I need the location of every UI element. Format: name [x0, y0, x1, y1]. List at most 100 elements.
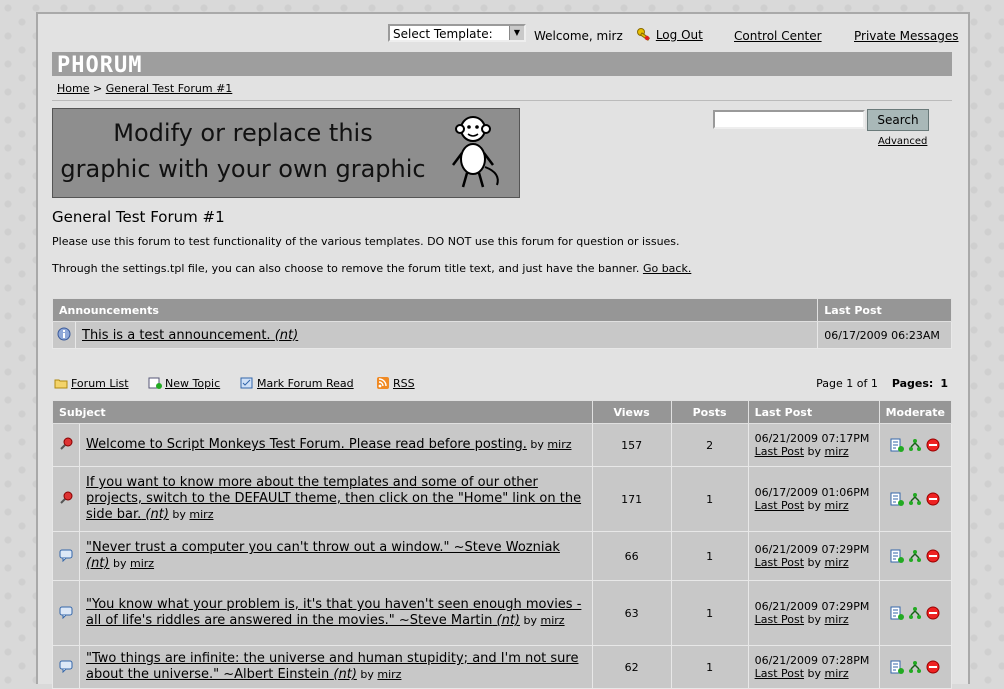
edit-topic-icon[interactable]: [890, 549, 905, 563]
banner-text: Modify or replace this graphic with your…: [53, 115, 433, 187]
topic-author-link[interactable]: mirz: [547, 438, 571, 451]
announcements-lastpost-header: Last Post: [817, 298, 952, 322]
move-topic-icon[interactable]: [908, 606, 922, 620]
forum-toolbar: Forum List New Topic Mark Forum Read RSS…: [52, 374, 952, 394]
topic-link[interactable]: "Two things are infinite: the universe a…: [86, 651, 578, 682]
forum-list-link[interactable]: Forum List: [71, 377, 129, 390]
moderate-cell: [878, 466, 953, 532]
topic-author-link[interactable]: mirz: [130, 557, 154, 570]
forum-title: General Test Forum #1: [52, 208, 225, 226]
last-post-author-link[interactable]: mirz: [825, 667, 849, 680]
rss-link[interactable]: RSS: [393, 377, 415, 390]
last-post-date: 06/21/2009 07:29PM: [754, 543, 870, 556]
topic-author-link[interactable]: mirz: [541, 614, 565, 627]
topic-link[interactable]: If you want to know more about the templ…: [86, 475, 581, 522]
new-topic-tool[interactable]: New Topic: [148, 377, 220, 390]
edit-topic-icon[interactable]: [890, 606, 905, 620]
mark-read-link[interactable]: Mark Forum Read: [257, 377, 354, 390]
logo-bar: PHORUM: [52, 52, 952, 78]
logout-link[interactable]: Log Out: [656, 28, 703, 42]
moderate-cell: [878, 645, 953, 689]
forum-description: Please use this forum to test functional…: [52, 235, 680, 248]
last-post-author-link[interactable]: mirz: [825, 445, 849, 458]
rss-tool[interactable]: RSS: [376, 377, 415, 390]
by-label: by: [807, 445, 822, 458]
announcement-date: 06/17/2009 06:23AM: [817, 321, 952, 349]
last-post-date: 06/21/2009 07:28PM: [754, 654, 870, 667]
edit-topic-icon[interactable]: [890, 438, 905, 452]
move-topic-icon[interactable]: [908, 438, 922, 452]
move-topic-icon[interactable]: [908, 492, 922, 506]
forum-list-tool[interactable]: Forum List: [54, 377, 129, 390]
logout-link-wrap[interactable]: Log Out: [636, 27, 703, 42]
by-label: by: [360, 668, 374, 681]
topic-title[interactable]: Welcome to Script Monkeys Test Forum. Pl…: [86, 437, 527, 452]
announcement-title[interactable]: This is a test announcement.: [82, 328, 271, 343]
control-center-link[interactable]: Control Center: [734, 29, 822, 43]
last-post-date: 06/21/2009 07:17PM: [754, 432, 870, 445]
banner-line-2: graphic with your own graphic: [60, 155, 426, 183]
by-label: by: [172, 508, 186, 521]
private-messages-link[interactable]: Private Messages: [854, 29, 959, 43]
last-post-link[interactable]: Last Post: [755, 556, 804, 569]
table-row: "You know what your problem is, it's tha…: [52, 580, 953, 646]
delete-topic-icon[interactable]: [926, 660, 940, 674]
delete-topic-icon[interactable]: [926, 606, 940, 620]
posts-count: 1: [670, 645, 749, 689]
last-post-link[interactable]: Last Post: [755, 667, 804, 680]
edit-topic-icon[interactable]: [890, 492, 905, 506]
last-post-link[interactable]: Last Post: [755, 499, 804, 512]
no-text-marker: (nt): [274, 327, 299, 343]
last-post-author-link[interactable]: mirz: [825, 556, 849, 569]
advanced-search-link[interactable]: Advanced: [878, 136, 927, 147]
breadcrumb-forum[interactable]: General Test Forum #1: [106, 82, 233, 95]
no-text-marker: (nt): [333, 667, 357, 682]
topic-link[interactable]: "Never trust a computer you can't throw …: [86, 540, 560, 571]
search-button[interactable]: Search: [867, 109, 929, 131]
moderate-header: Moderate: [878, 400, 953, 424]
last-post-author-link[interactable]: mirz: [825, 613, 849, 626]
topic-title[interactable]: "Never trust a computer you can't throw …: [86, 540, 560, 555]
mark-read-tool[interactable]: Mark Forum Read: [240, 377, 354, 390]
announcements-table: Announcements Last Post This is a test a…: [51, 298, 952, 349]
info-icon: [57, 327, 71, 340]
page-info: Page 1 of 1 Pages: 1: [816, 377, 948, 390]
new-topic-link[interactable]: New Topic: [165, 377, 220, 390]
posts-count: 1: [670, 531, 749, 581]
chevron-down-icon[interactable]: ▼: [509, 26, 524, 40]
go-back-link[interactable]: Go back.: [643, 262, 691, 275]
table-row: This is a test announcement. (nt) 06/17/…: [52, 321, 952, 349]
template-select-label: Select Template:: [393, 27, 493, 41]
move-topic-icon[interactable]: [908, 660, 922, 674]
posts-count: 1: [670, 580, 749, 646]
delete-topic-icon[interactable]: [926, 492, 940, 506]
template-select[interactable]: Select Template: ▼: [388, 24, 526, 42]
last-post-date: 06/17/2009 01:06PM: [754, 486, 870, 499]
lastpost-header: Last Post: [747, 400, 880, 424]
topic-link[interactable]: Welcome to Script Monkeys Test Forum. Pl…: [86, 437, 527, 452]
table-row: "Never trust a computer you can't throw …: [52, 531, 953, 581]
last-post-link[interactable]: Last Post: [755, 445, 804, 458]
top-bar: Select Template: ▼ Welcome, mirz Log Out…: [38, 24, 968, 48]
breadcrumb-home[interactable]: Home: [57, 82, 89, 95]
edit-topic-icon[interactable]: [890, 660, 905, 674]
delete-topic-icon[interactable]: [926, 438, 940, 452]
topic-author-link[interactable]: mirz: [189, 508, 213, 521]
pages-value[interactable]: 1: [940, 377, 948, 390]
last-post-link[interactable]: Last Post: [755, 613, 804, 626]
topic-author-link[interactable]: mirz: [377, 668, 401, 681]
topic-link[interactable]: "You know what your problem is, it's tha…: [86, 597, 581, 628]
posts-count: 1: [670, 466, 749, 532]
folder-icon: [54, 379, 68, 389]
no-text-marker: (nt): [145, 507, 169, 522]
table-row: Welcome to Script Monkeys Test Forum. Pl…: [52, 423, 953, 467]
announcement-link[interactable]: This is a test announcement. (nt): [82, 328, 298, 343]
search-input[interactable]: [713, 110, 865, 129]
move-topic-icon[interactable]: [908, 549, 922, 563]
last-post-author-link[interactable]: mirz: [825, 499, 849, 512]
by-label: by: [807, 613, 822, 626]
delete-topic-icon[interactable]: [926, 549, 940, 563]
posts-count: 2: [670, 423, 749, 467]
logo[interactable]: PHORUM: [57, 53, 142, 78]
by-label: by: [523, 614, 538, 627]
